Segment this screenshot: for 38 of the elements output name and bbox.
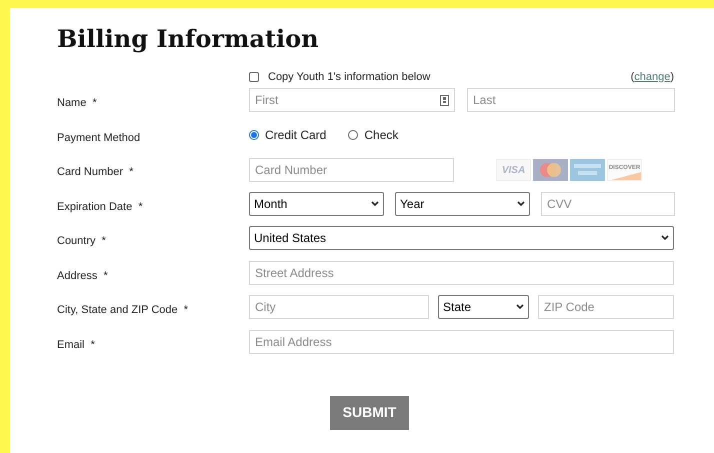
text-field[interactable]: Last	[467, 88, 675, 112]
text-field[interactable]: Email Address	[249, 330, 674, 354]
change-link[interactable]: change	[634, 70, 670, 83]
submit-button[interactable]: SUBMIT	[330, 396, 409, 430]
text-field[interactable]: ZIP Code	[538, 295, 674, 319]
radio-label: Check	[364, 126, 398, 144]
text-field[interactable]: City	[249, 295, 429, 319]
field-label: Country *	[57, 235, 106, 247]
field-label: City, State and ZIP Code *	[57, 304, 188, 316]
card-logo-icon	[533, 159, 568, 181]
field-label: Expiration Date *	[57, 200, 143, 212]
dropdown[interactable]: State	[438, 295, 529, 319]
field-label: Name *	[57, 97, 97, 109]
field-label: Email *	[57, 338, 95, 350]
chevron-down-icon	[517, 200, 525, 206]
dropdown[interactable]: Month	[249, 192, 384, 216]
chevron-down-icon	[371, 200, 379, 206]
contact-card-icon	[440, 95, 449, 106]
dropdown[interactable]: Year	[395, 192, 530, 216]
chevron-down-icon	[661, 235, 669, 241]
dropdown[interactable]: United States	[249, 226, 674, 250]
checkbox-label: Copy Youth 1's information below	[268, 70, 430, 85]
radio-button[interactable]	[348, 130, 358, 140]
visa-card-icon: VISA	[496, 159, 531, 181]
text-field[interactable]: Street Address	[249, 260, 674, 284]
chevron-down-icon	[516, 304, 524, 310]
radio-label: Credit Card	[265, 126, 326, 144]
text-field[interactable]: CVV	[541, 192, 675, 216]
page-title: Billing Information	[57, 23, 320, 55]
radio-button[interactable]	[249, 130, 259, 140]
field-label: Card Number *	[57, 166, 134, 178]
field-label: Payment Method	[57, 132, 140, 144]
field-label: Address *	[57, 270, 108, 282]
text-field[interactable]: First	[249, 88, 455, 112]
text-field[interactable]: Card Number	[249, 158, 454, 182]
checkbox[interactable]	[249, 72, 259, 82]
change-link-text: (change)	[630, 70, 674, 85]
card-logo-icon	[570, 159, 605, 181]
